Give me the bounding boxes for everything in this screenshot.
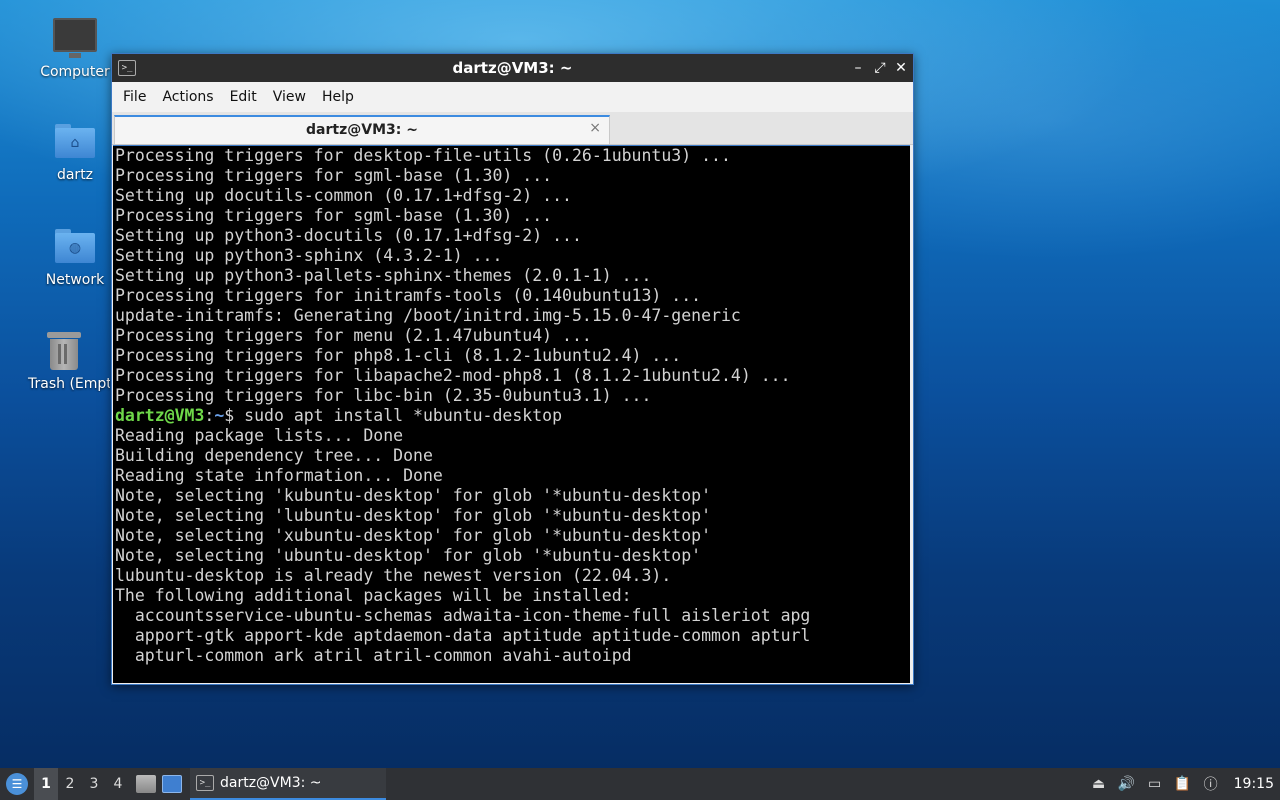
- window-titlebar[interactable]: >_ dartz@VM3: ~ – ⤢ ✕: [112, 54, 913, 82]
- terminal-line: Processing triggers for sgml-base (1.30)…: [115, 166, 553, 185]
- desktop-icon-network[interactable]: ◍ Network: [25, 229, 125, 288]
- start-menu-button[interactable]: ☰: [6, 773, 28, 795]
- file-manager-icon[interactable]: [136, 775, 156, 793]
- menu-file[interactable]: File: [115, 82, 154, 112]
- terminal-line: lubuntu-desktop is already the newest ve…: [115, 566, 672, 585]
- system-tray: ⏏ 🔊 ▭ 📋 ⓘ 19:15: [1082, 768, 1280, 800]
- terminal-line: Processing triggers for php8.1-cli (8.1.…: [115, 346, 682, 365]
- terminal-line: Processing triggers for initramfs-tools …: [115, 286, 702, 305]
- terminal-icon: >_: [196, 775, 214, 791]
- minimize-button[interactable]: –: [849, 59, 867, 77]
- desktop-icon-label: dartz: [56, 167, 94, 183]
- terminal-line: accountsservice-ubuntu-schemas adwaita-i…: [115, 606, 811, 625]
- terminal-line: Reading state information... Done: [115, 466, 443, 485]
- terminal-line: Processing triggers for libc-bin (2.35-0…: [115, 386, 652, 405]
- terminal-line: apturl-common ark atril atril-common ava…: [115, 646, 632, 665]
- terminal-line: Reading package lists... Done: [115, 426, 404, 445]
- terminal-line: Note, selecting 'lubuntu-desktop' for gl…: [115, 506, 712, 525]
- terminal-line: Note, selecting 'kubuntu-desktop' for gl…: [115, 486, 712, 505]
- window-title: dartz@VM3: ~: [452, 59, 573, 77]
- tab-close-icon[interactable]: ×: [589, 120, 601, 136]
- terminal-line: Setting up docutils-common (0.17.1+dfsg-…: [115, 186, 572, 205]
- tab-label: dartz@VM3: ~: [306, 122, 418, 138]
- terminal-line: Processing triggers for desktop-file-uti…: [115, 146, 731, 165]
- prompt-path: ~: [214, 406, 225, 425]
- workspace-4[interactable]: 4: [106, 768, 130, 800]
- menu-view[interactable]: View: [265, 82, 314, 112]
- terminal-line: The following additional packages will b…: [115, 586, 632, 605]
- prompt-command: $ sudo apt install *ubuntu-desktop: [224, 406, 563, 425]
- terminal-line: apport-gtk apport-kde aptdaemon-data apt…: [115, 626, 811, 645]
- terminal-line: Note, selecting 'xubuntu-desktop' for gl…: [115, 526, 712, 545]
- terminal-line: Setting up python3-docutils (0.17.1+dfsg…: [115, 226, 582, 245]
- volume-icon[interactable]: 🔊: [1116, 768, 1138, 800]
- terminal-output[interactable]: Processing triggers for desktop-file-uti…: [113, 145, 910, 683]
- terminal-line: Building dependency tree... Done: [115, 446, 433, 465]
- prompt-separator: :: [204, 406, 215, 425]
- desktop-icon-trash[interactable]: Trash (Empty): [18, 332, 110, 392]
- terminal-line: Processing triggers for sgml-base (1.30)…: [115, 206, 553, 225]
- tab-terminal[interactable]: dartz@VM3: ~ ×: [114, 115, 610, 144]
- network-folder-icon: ◍: [55, 229, 95, 263]
- workspace-3[interactable]: 3: [82, 768, 106, 800]
- show-desktop-icon[interactable]: [162, 775, 182, 793]
- close-button[interactable]: ✕: [892, 59, 910, 77]
- prompt-user: dartz@VM3: [115, 406, 205, 425]
- desktop-icon-label: Computer: [40, 64, 110, 80]
- terminal-line: Processing triggers for menu (2.1.47ubun…: [115, 326, 592, 345]
- clock[interactable]: 19:15: [1234, 776, 1274, 792]
- desktop-icon-label: Network: [45, 272, 105, 288]
- workspace-2[interactable]: 2: [58, 768, 82, 800]
- eject-icon[interactable]: ⏏: [1088, 768, 1110, 800]
- desktop-icon-home[interactable]: ⌂ dartz: [25, 124, 125, 183]
- terminal-window[interactable]: >_ dartz@VM3: ~ – ⤢ ✕ File Actions Edit …: [111, 53, 914, 685]
- trash-icon: [47, 332, 81, 370]
- desktop-icon-computer[interactable]: Computer: [25, 18, 125, 80]
- computer-icon: [53, 18, 97, 58]
- maximize-button[interactable]: ⤢: [871, 59, 889, 77]
- taskbar: ☰ 1 2 3 4 >_ dartz@VM3: ~ ⏏ 🔊 ▭ 📋 ⓘ 19:1…: [0, 768, 1280, 800]
- terminal-line: Note, selecting 'ubuntu-desktop' for glo…: [115, 546, 702, 565]
- workspace-1[interactable]: 1: [34, 768, 58, 800]
- taskbar-task-terminal[interactable]: >_ dartz@VM3: ~: [190, 768, 386, 800]
- update-notifier-icon[interactable]: ⓘ: [1200, 768, 1222, 800]
- tab-bar: dartz@VM3: ~ ×: [112, 112, 913, 145]
- home-folder-icon: ⌂: [55, 124, 95, 158]
- menu-bar: File Actions Edit View Help: [112, 82, 913, 112]
- menu-edit[interactable]: Edit: [222, 82, 265, 112]
- task-label: dartz@VM3: ~: [220, 775, 322, 791]
- clipboard-icon[interactable]: 📋: [1172, 768, 1194, 800]
- menu-actions[interactable]: Actions: [154, 82, 221, 112]
- network-icon[interactable]: ▭: [1144, 768, 1166, 800]
- terminal-line: update-initramfs: Generating /boot/initr…: [115, 306, 741, 325]
- desktop-icon-label: Trash (Empty): [28, 376, 110, 392]
- menu-help[interactable]: Help: [314, 82, 362, 112]
- terminal-line: Processing triggers for libapache2-mod-p…: [115, 366, 791, 385]
- terminal-line: Setting up python3-sphinx (4.3.2-1) ...: [115, 246, 503, 265]
- terminal-line: Setting up python3-pallets-sphinx-themes…: [115, 266, 652, 285]
